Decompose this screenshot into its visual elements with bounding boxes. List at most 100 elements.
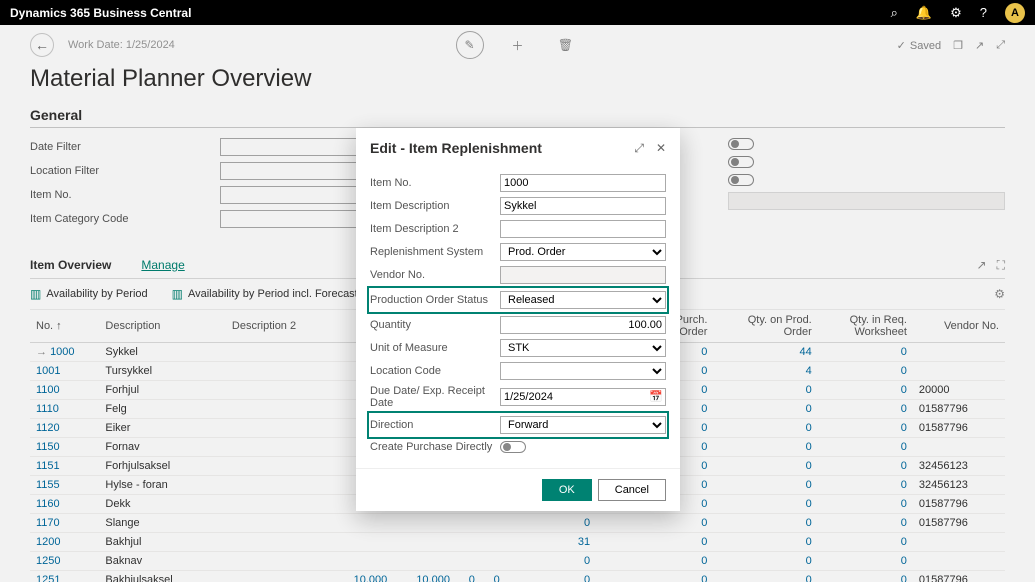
- delete-icon[interactable]: 🗑: [552, 31, 580, 59]
- share-icon[interactable]: ❐: [953, 39, 963, 52]
- table-row[interactable]: 1200Bakhjul31000: [30, 533, 1005, 552]
- dlg-create-po-toggle[interactable]: [500, 441, 526, 453]
- cell: 10,000: [393, 571, 456, 582]
- column-header[interactable]: No. ↑: [30, 310, 99, 343]
- cell: 32456123: [913, 457, 1005, 476]
- dialog-expand-icon[interactable]: ⤢: [634, 141, 644, 156]
- cell: 01587796: [913, 514, 1005, 533]
- dlg-item-no-label: Item No.: [370, 177, 500, 189]
- column-header[interactable]: Description: [99, 310, 226, 343]
- cell: [456, 533, 481, 552]
- dlg-vendor-no-input: [500, 266, 666, 284]
- cell: 0: [596, 571, 713, 582]
- dlg-loc-select[interactable]: [500, 362, 666, 380]
- gear-icon[interactable]: ⚙: [950, 5, 962, 21]
- cell: Forhjulsaksel: [99, 457, 226, 476]
- dlg-quantity-label: Quantity: [370, 319, 500, 331]
- ok-button[interactable]: OK: [542, 479, 592, 501]
- cell: [226, 495, 331, 514]
- collapse-icon[interactable]: ⤢: [996, 39, 1005, 52]
- cell: 0: [596, 533, 713, 552]
- cell: [226, 571, 331, 582]
- table-row[interactable]: 1170Slange000001587796: [30, 514, 1005, 533]
- cell: 1110: [30, 400, 99, 419]
- dlg-item-desc-label: Item Description: [370, 200, 500, 212]
- cell: [481, 552, 506, 571]
- cell: 1155: [30, 476, 99, 495]
- work-date: Work Date: 1/25/2024: [68, 39, 175, 51]
- cell: 01587796: [913, 495, 1005, 514]
- dlg-prod-status-select[interactable]: Released: [500, 291, 666, 309]
- cell: 1251: [30, 571, 99, 582]
- cell: 1120: [30, 419, 99, 438]
- cell: [331, 533, 394, 552]
- only-negative-toggle[interactable]: [728, 138, 754, 150]
- tab-manage[interactable]: Manage: [141, 254, 184, 276]
- cell: Bakhjulsaksel: [99, 571, 226, 582]
- cell: 0: [713, 381, 817, 400]
- availability-by-period-forecast-button[interactable]: ▥Availability by Period incl. Forecast: [172, 287, 358, 301]
- column-header[interactable]: Description 2: [226, 310, 331, 343]
- toggle-2[interactable]: [728, 156, 754, 168]
- grid-settings-icon[interactable]: ⚙: [994, 287, 1005, 301]
- cell: 1250: [30, 552, 99, 571]
- column-header[interactable]: Vendor No.: [913, 310, 1005, 343]
- dlg-uom-select[interactable]: STK: [500, 339, 666, 357]
- dlg-due-input[interactable]: [500, 388, 666, 406]
- app-topbar: Dynamics 365 Business Central ⌕ 🔔 ⚙ ? A: [0, 0, 1035, 25]
- cell: → 1000: [30, 343, 99, 362]
- cell: 0: [506, 571, 596, 582]
- toggle-3[interactable]: [728, 174, 754, 186]
- cell: Felg: [99, 400, 226, 419]
- cell: Sykkel: [99, 343, 226, 362]
- table-row[interactable]: 1251Bakhjulsaksel10,00010,00000000001587…: [30, 571, 1005, 582]
- cell: 32456123: [913, 476, 1005, 495]
- edit-icon[interactable]: ✎: [456, 31, 484, 59]
- cell: [393, 514, 456, 533]
- cell: 20000: [913, 381, 1005, 400]
- cell: 0: [818, 533, 913, 552]
- cell: 0: [713, 552, 817, 571]
- table-row[interactable]: 1250Baknav0000: [30, 552, 1005, 571]
- cell: 0: [596, 514, 713, 533]
- cancel-button[interactable]: Cancel: [598, 479, 666, 501]
- dlg-quantity-input[interactable]: [500, 316, 666, 334]
- popout-icon[interactable]: ↗: [975, 39, 984, 52]
- dlg-item-desc2-label: Item Description 2: [370, 223, 500, 235]
- cell: [913, 533, 1005, 552]
- expand-grid-icon[interactable]: ⛶: [997, 258, 1005, 273]
- cell: 0: [713, 495, 817, 514]
- share-grid-icon[interactable]: ↗: [977, 258, 987, 273]
- search-icon[interactable]: ⌕: [891, 5, 898, 21]
- cell: Forhjul: [99, 381, 226, 400]
- cell: [226, 362, 331, 381]
- column-header[interactable]: Qty. on Prod.Order: [713, 310, 817, 343]
- cell: [331, 552, 394, 571]
- cell: Baknav: [99, 552, 226, 571]
- cell: 31: [506, 533, 596, 552]
- new-icon[interactable]: ＋: [504, 31, 532, 59]
- column-header[interactable]: Qty. in Req.Worksheet: [818, 310, 913, 343]
- tab-item-overview[interactable]: Item Overview: [30, 254, 111, 276]
- dlg-direction-select[interactable]: Forward: [500, 416, 666, 434]
- dlg-item-desc2-input[interactable]: [500, 220, 666, 238]
- back-button[interactable]: ←: [30, 33, 54, 57]
- bell-icon[interactable]: 🔔: [916, 5, 932, 21]
- dlg-item-desc-input[interactable]: [500, 197, 666, 215]
- cell: 0: [818, 495, 913, 514]
- dlg-item-no-input[interactable]: [500, 174, 666, 192]
- help-icon[interactable]: ?: [980, 5, 987, 20]
- cell: 01587796: [913, 419, 1005, 438]
- cell: [226, 438, 331, 457]
- availability-by-period-button[interactable]: ▥Availability by Period: [30, 287, 148, 301]
- avatar[interactable]: A: [1005, 3, 1025, 23]
- cell: 0: [713, 571, 817, 582]
- dlg-repl-system-select[interactable]: Prod. Order: [500, 243, 666, 261]
- cell: 0: [713, 419, 817, 438]
- dialog-close-icon[interactable]: ✕: [656, 141, 666, 156]
- cell: 0: [818, 571, 913, 582]
- cell: 1160: [30, 495, 99, 514]
- cell: 0: [713, 533, 817, 552]
- cell: 0: [818, 381, 913, 400]
- cell: 0: [713, 438, 817, 457]
